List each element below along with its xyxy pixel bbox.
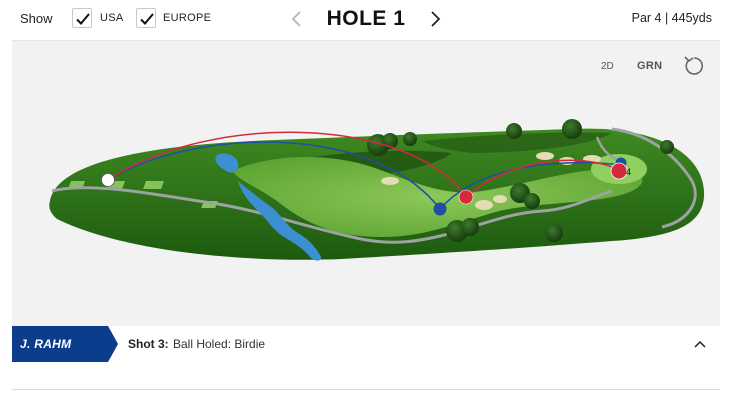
shot-info-bar: J. RAHM Shot 3: Ball Holed: Birdie [12,326,720,362]
divider [12,389,720,390]
hole-map[interactable]: 4 2D GRN [12,40,720,326]
chevron-right-icon [431,11,441,27]
europe-checkbox-label[interactable]: EUROPE [163,12,211,24]
green-view-button[interactable]: GRN [637,60,662,72]
shot-number: Shot 3: [128,337,169,351]
hole-title: HOLE 1 [326,7,406,30]
checkmark-icon [76,13,90,25]
checkmark-icon [140,13,154,25]
tee-marker [101,173,115,187]
chevron-up-icon [694,340,706,348]
chevron-left-icon [291,11,301,27]
show-label: Show [20,11,53,26]
previous-hole-button[interactable] [288,8,306,30]
europe-checkbox[interactable] [136,8,156,28]
collapse-shot-button[interactable] [692,336,708,352]
shot-description: Ball Holed: Birdie [173,337,266,351]
europe-ball-marker [458,189,474,205]
usa-ball-marker [433,202,447,216]
player-name: J. RAHM [20,337,72,351]
next-hole-button[interactable] [426,8,444,30]
course-flyover: 4 [49,119,705,261]
europe-ball-holed-marker [610,162,628,180]
usa-checkbox-label[interactable]: USA [100,12,124,24]
view-2d-button[interactable]: 2D [601,61,614,72]
reset-view-icon [684,56,704,75]
top-bar: Show USA EUROPE HOLE 1 Par 4 | 445yds [0,0,730,38]
hole-par-yardage: Par 4 | 445yds [631,11,712,25]
usa-checkbox[interactable] [72,8,92,28]
pin-marker-label: 4 [626,167,631,177]
reset-view-button[interactable] [682,54,706,78]
